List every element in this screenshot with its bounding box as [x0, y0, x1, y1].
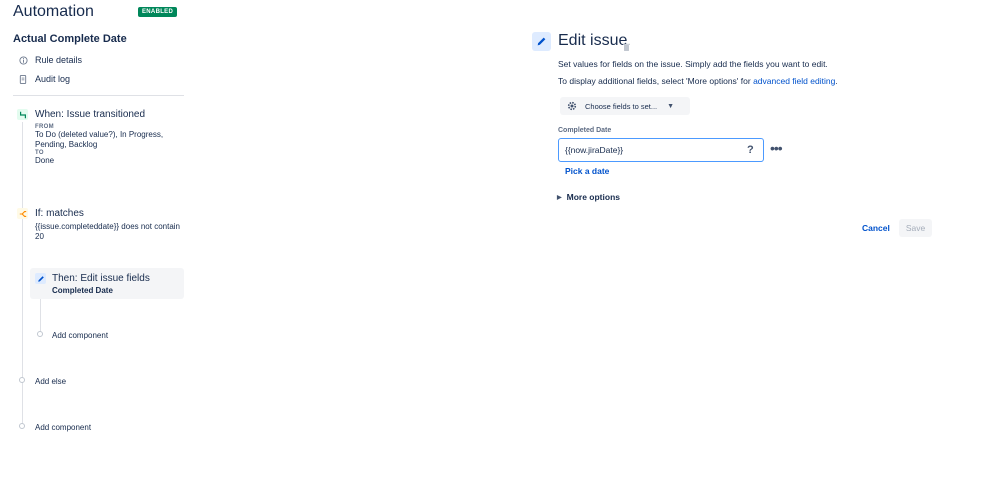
chevron-down-icon: ▼ [667, 102, 675, 110]
pencil-icon [35, 273, 46, 284]
more-options-toggle[interactable]: ▶ More options [557, 192, 620, 202]
editor-description: Set values for fields on the issue. Simp… [558, 59, 828, 69]
from-value: To Do (deleted value?), In Progress, Pen… [35, 130, 164, 149]
save-button[interactable]: Save [899, 219, 932, 237]
condition-component[interactable]: If: matches {{issue.completeddate}} does… [35, 208, 185, 242]
field-label: Completed Date [558, 127, 612, 134]
trigger-title: When: Issue transitioned [35, 109, 146, 120]
action-component[interactable]: Then: Edit issue fields Completed Date [52, 273, 182, 296]
completed-date-input[interactable]: {{now.jiraDate}} [558, 138, 764, 162]
rule-name: Actual Complete Date [13, 33, 127, 45]
desc-prefix: To display additional fields, select 'Mo… [558, 76, 754, 86]
gear-icon [566, 100, 578, 112]
to-value: Done [35, 156, 55, 165]
condition-detail: {{issue.completeddate}} does not contain… [35, 222, 180, 241]
nav-rule-details[interactable]: Rule details [18, 53, 82, 67]
nav-audit-log[interactable]: Audit log [18, 72, 70, 86]
nav-label: Audit log [35, 74, 71, 84]
more-options-label: More options [566, 192, 620, 202]
editor-title: Edit issue [558, 32, 628, 49]
app-title: Automation [13, 3, 94, 20]
trash-icon[interactable] [623, 38, 630, 51]
add-else-link[interactable]: Add else [35, 377, 66, 386]
trigger-component[interactable]: When: Issue transitioned FROM To Do (del… [35, 109, 185, 166]
help-icon[interactable]: ? [747, 144, 754, 156]
field-value: {{now.jiraDate}} [565, 145, 624, 155]
condition-title: If: matches [35, 208, 84, 219]
action-title: Then: Edit issue fields [52, 273, 150, 284]
advanced-field-editing-link[interactable]: advanced field editing [753, 76, 835, 86]
pick-date-link[interactable]: Pick a date [565, 166, 609, 176]
more-actions-icon[interactable]: ••• [770, 141, 783, 155]
desc-suffix: . [835, 76, 838, 86]
add-component-inner-link[interactable]: Add component [52, 331, 108, 340]
connector-dot [37, 331, 43, 337]
choose-fields-dropdown[interactable]: Choose fields to set... ▼ [560, 97, 690, 115]
add-component-outer-link[interactable]: Add component [35, 423, 91, 432]
editor-description-advanced: To display additional fields, select 'Mo… [558, 76, 838, 87]
pencil-icon [532, 32, 551, 51]
chevron-right-icon: ▶ [557, 194, 562, 201]
choose-fields-label: Choose fields to set... [585, 101, 658, 111]
connector-dot [19, 377, 25, 383]
status-badge: ENABLED [138, 7, 178, 17]
cancel-button[interactable]: Cancel [857, 219, 895, 237]
document-icon [18, 74, 28, 84]
info-icon [18, 55, 28, 65]
trigger-icon [17, 109, 28, 120]
nav-label: Rule details [35, 55, 83, 65]
connector-dot [19, 423, 25, 429]
action-detail: Completed Date [52, 286, 113, 295]
condition-icon [17, 208, 28, 219]
divider [13, 95, 184, 96]
